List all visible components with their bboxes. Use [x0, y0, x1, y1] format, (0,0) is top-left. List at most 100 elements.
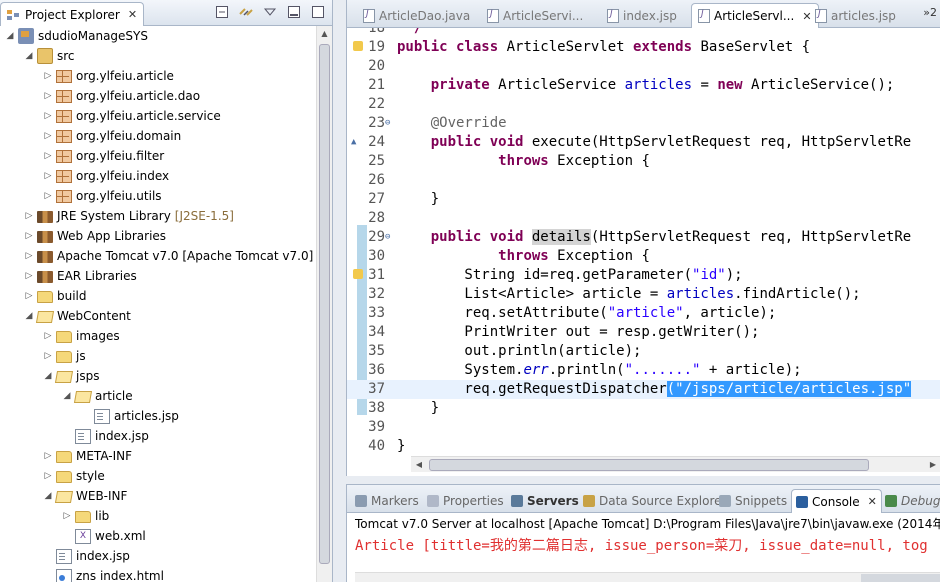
tree-item[interactable]: ▷ org.ylfeiu.article.service	[0, 106, 316, 126]
panel-tab-snippets[interactable]: Snippets	[715, 489, 791, 513]
code-line[interactable]: 20	[347, 57, 940, 76]
console-horizontal-scrollbar[interactable]	[355, 572, 940, 582]
tree-item[interactable]: ▷ org.ylfeiu.index	[0, 166, 316, 186]
code-line[interactable]: 30 throws Exception {	[347, 247, 940, 266]
override-marker-icon[interactable]: ▲	[351, 133, 361, 152]
expand-arrow-icon[interactable]: ◢	[4, 31, 16, 41]
scroll-up-icon[interactable]: ▲	[317, 26, 332, 42]
expand-arrow-icon[interactable]: ◢	[42, 371, 54, 381]
tree-item[interactable]: ▷ build	[0, 286, 316, 306]
view-menu-icon[interactable]	[262, 4, 278, 20]
tree-item[interactable]: ▷ Web App Libraries	[0, 226, 316, 246]
code-line[interactable]: 32 List<Article> article = articles.find…	[347, 285, 940, 304]
collapse-arrow-icon[interactable]: ▷	[42, 351, 54, 361]
panel-tab-debug[interactable]: Debug	[881, 489, 940, 513]
code-line[interactable]: 28	[347, 209, 940, 228]
collapse-arrow-icon[interactable]: ▷	[42, 171, 54, 181]
link-with-editor-icon[interactable]	[238, 4, 254, 20]
panel-tab-console[interactable]: Console ✕	[791, 489, 882, 513]
code-line[interactable]: 18 /	[347, 28, 940, 38]
code-line[interactable]: 37 req.getRequestDispatcher("/jsps/artic…	[347, 380, 940, 399]
code-line[interactable]: 25 throws Exception {	[347, 152, 940, 171]
code-line[interactable]: 40}	[347, 437, 940, 456]
editor-tab[interactable]: ArticleServl...✕	[691, 3, 819, 28]
tree-item[interactable]: ▷ lib	[0, 506, 316, 526]
collapse-arrow-icon[interactable]: ▷	[42, 91, 54, 101]
expand-arrow-icon[interactable]: ◢	[42, 491, 54, 501]
editor-tab[interactable]: index.jsp	[601, 3, 683, 28]
expand-arrow-icon[interactable]: ◢	[23, 51, 35, 61]
expand-arrow-icon[interactable]: ◢	[61, 391, 73, 401]
tree-item[interactable]: ◢ WebContent	[0, 306, 316, 326]
tree-item[interactable]: ◢ sdudioManageSYS	[0, 26, 316, 46]
tree-item[interactable]: articles.jsp	[0, 406, 316, 426]
collapse-arrow-icon[interactable]: ▷	[23, 271, 35, 281]
code-line[interactable]: 31 String id=req.getParameter("id");	[347, 266, 940, 285]
code-line[interactable]: 38 }	[347, 399, 940, 418]
tree-item[interactable]: ▷ style	[0, 466, 316, 486]
collapse-arrow-icon[interactable]: ▷	[42, 191, 54, 201]
tree-item[interactable]: ▷ js	[0, 346, 316, 366]
code-line[interactable]: 35 out.println(article);	[347, 342, 940, 361]
code-line[interactable]: 26	[347, 171, 940, 190]
editor-horizontal-scrollbar[interactable]: ◀ ▶	[411, 456, 940, 472]
tree-item[interactable]: ▷ EAR Libraries	[0, 266, 316, 286]
close-icon[interactable]: ✕	[868, 495, 877, 508]
close-icon[interactable]: ✕	[128, 8, 137, 21]
tree-item[interactable]: ▷ META-INF	[0, 446, 316, 466]
tree-item[interactable]: ◢ WEB-INF	[0, 486, 316, 506]
tree-item[interactable]: ▷ org.ylfeiu.utils	[0, 186, 316, 206]
code-line[interactable]: 23 ⊖ @Override	[347, 114, 940, 133]
tree-item[interactable]: index.jsp	[0, 546, 316, 566]
collapse-arrow-icon[interactable]: ▷	[23, 211, 35, 221]
collapse-arrow-icon[interactable]: ▷	[42, 331, 54, 341]
tree-item[interactable]: Xweb.xml	[0, 526, 316, 546]
tree-item[interactable]: ◢ src	[0, 46, 316, 66]
scrollbar-thumb[interactable]	[319, 44, 330, 564]
code-line[interactable]: 22	[347, 95, 940, 114]
scroll-left-icon[interactable]: ◀	[411, 457, 427, 473]
panel-tab-markers[interactable]: Markers	[351, 489, 423, 513]
collapse-arrow-icon[interactable]: ▷	[23, 251, 35, 261]
tree-item[interactable]: ▷ org.ylfeiu.filter	[0, 146, 316, 166]
tree-item[interactable]: ▷ images	[0, 326, 316, 346]
code-line[interactable]: 24 ▲ public void execute(HttpServletReque…	[347, 133, 940, 152]
tree-item[interactable]: index.jsp	[0, 426, 316, 446]
panel-tab-servers[interactable]: Servers	[507, 489, 583, 513]
collapse-arrow-icon[interactable]: ▷	[42, 451, 54, 461]
tree-item[interactable]: ▷ org.ylfeiu.article.dao	[0, 86, 316, 106]
expand-arrow-icon[interactable]: ◢	[23, 311, 35, 321]
code-line[interactable]: 27 }	[347, 190, 940, 209]
collapse-arrow-icon[interactable]: ▷	[23, 291, 35, 301]
collapse-arrow-icon[interactable]: ▷	[42, 131, 54, 141]
collapse-arrow-icon[interactable]: ▷	[42, 71, 54, 81]
code-editor[interactable]: 18 /19 public class ArticleServlet extend…	[347, 28, 940, 456]
maximize-icon[interactable]	[310, 4, 326, 20]
minimize-icon[interactable]	[286, 4, 302, 20]
tree-item[interactable]: ▷ org.ylfeiu.domain	[0, 126, 316, 146]
code-line[interactable]: 34 PrintWriter out = resp.getWriter();	[347, 323, 940, 342]
panel-tab-data-source-explorer[interactable]: Data Source Explorer	[579, 489, 730, 513]
project-explorer-tab[interactable]: Project Explorer ✕	[0, 2, 145, 26]
code-line[interactable]: 29 ⊖ public void details(HttpServletReque…	[347, 228, 940, 247]
code-line[interactable]: 33 req.setAttribute("article", article);	[347, 304, 940, 323]
tree-item[interactable]: ▷ JRE System Library [J2SE-1.5]	[0, 206, 316, 226]
tree-item[interactable]: ▷ org.ylfeiu.article	[0, 66, 316, 86]
tree-item[interactable]: zns index.html	[0, 566, 316, 582]
collapse-arrow-icon[interactable]: ▷	[42, 471, 54, 481]
fold-toggle-icon[interactable]: ⊖	[385, 114, 395, 133]
editor-tab[interactable]: articles.jsp	[809, 3, 902, 28]
collapse-arrow-icon[interactable]: ▷	[23, 231, 35, 241]
panel-tab-properties[interactable]: Properties	[423, 489, 508, 513]
scrollbar-thumb[interactable]	[429, 459, 869, 471]
explorer-vertical-scrollbar[interactable]: ▲	[316, 26, 332, 582]
code-line[interactable]: 39	[347, 418, 940, 437]
fold-toggle-icon[interactable]: ⊖	[385, 228, 395, 247]
scrollbar-thumb[interactable]	[861, 574, 940, 582]
editor-tab[interactable]: ArticleServi...	[481, 3, 589, 28]
scroll-right-icon[interactable]: ▶	[925, 457, 940, 473]
tree-item[interactable]: ◢ article	[0, 386, 316, 406]
code-line[interactable]: 36 System.err.println("......." + articl…	[347, 361, 940, 380]
tree-item[interactable]: ◢ jsps	[0, 366, 316, 386]
collapse-arrow-icon[interactable]: ▷	[42, 151, 54, 161]
